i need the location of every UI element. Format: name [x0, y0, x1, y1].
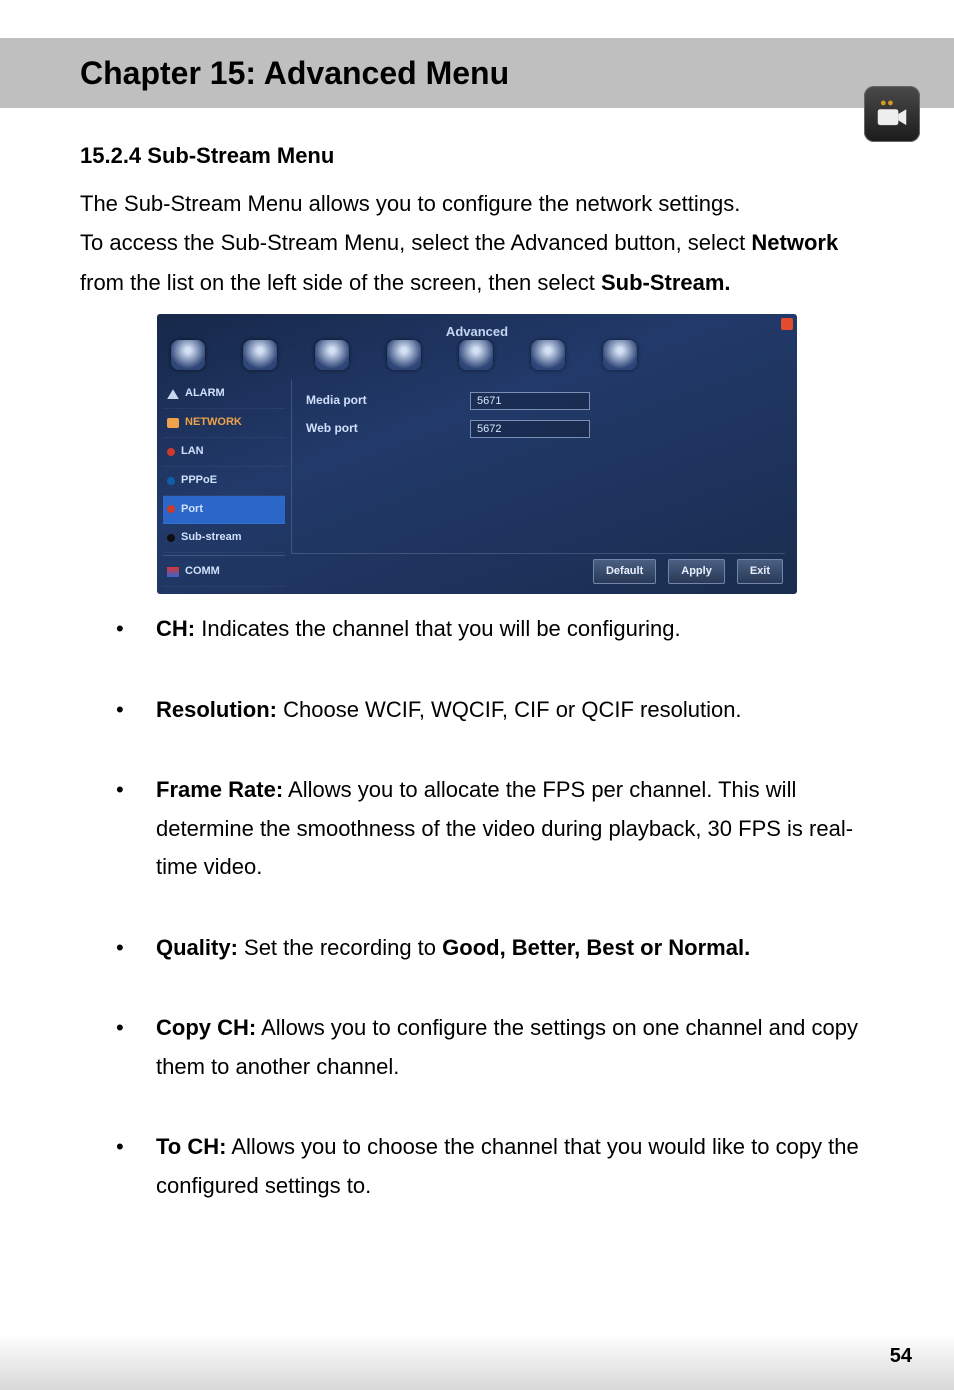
- camera-badge-icon: [864, 86, 920, 142]
- intro-paragraph: The Sub-Stream Menu allows you to config…: [80, 184, 874, 303]
- intro-text-2: from the list on the left side of the sc…: [80, 270, 601, 295]
- bullet-text: Choose WCIF, WQCIF, CIF or QCIF resoluti…: [277, 697, 742, 722]
- sidebar-label: Sub-stream: [181, 528, 242, 548]
- tools-icon[interactable]: [531, 340, 565, 370]
- sidebar-item-ptz[interactable]: P.T.Z: [163, 587, 285, 594]
- sidebar-label: Port: [181, 500, 203, 520]
- exit-button[interactable]: Exit: [737, 559, 783, 585]
- sidebar-label: COMM: [185, 562, 220, 582]
- alarm-icon: [167, 389, 179, 399]
- sidebar-item-pppoe[interactable]: PPPoE: [163, 467, 285, 496]
- sidebar-item-network[interactable]: NETWORK: [163, 409, 285, 438]
- hdd-icon[interactable]: [387, 340, 421, 370]
- toolbar: [171, 336, 783, 374]
- chapter-header: Chapter 15: Advanced Menu: [0, 38, 954, 108]
- record-icon[interactable]: [171, 340, 205, 370]
- intro-bold-network: Network: [751, 230, 838, 255]
- sidebar: ALARM NETWORK LAN PPPoE Port: [163, 380, 285, 594]
- apply-button[interactable]: Apply: [668, 559, 725, 585]
- web-port-field: Web port 5672: [306, 418, 771, 440]
- bullet-icon: [167, 448, 175, 456]
- intro-line-2: To access the Sub-Stream Menu, select th…: [80, 223, 874, 302]
- sidebar-label: P.T.Z: [185, 591, 209, 594]
- bullet-icon: [167, 534, 175, 542]
- list-item: Quality: Set the recording to Good, Bett…: [140, 929, 874, 968]
- list-item: To CH: Allows you to choose the channel …: [140, 1128, 874, 1205]
- sidebar-item-port[interactable]: Port: [163, 496, 285, 525]
- network-icon: [167, 418, 179, 428]
- sidebar-label: NETWORK: [185, 413, 242, 433]
- bullet-text: Allows you to configure the settings on …: [156, 1015, 858, 1079]
- bullet-label: Quality:: [156, 935, 238, 960]
- list-item: Copy CH: Allows you to configure the set…: [140, 1009, 874, 1086]
- search-icon[interactable]: [315, 340, 349, 370]
- default-button[interactable]: Default: [593, 559, 656, 585]
- info-icon[interactable]: [459, 340, 493, 370]
- intro-bold-substream: Sub-Stream.: [601, 270, 731, 295]
- list-item: CH: Indicates the channel that you will …: [140, 610, 874, 649]
- media-port-label: Media port: [306, 390, 446, 412]
- button-row: Default Apply Exit: [593, 559, 783, 585]
- bullet-label: To CH:: [156, 1134, 226, 1159]
- main-panel: Media port 5671 Web port 5672: [291, 380, 785, 554]
- bullet-icon: [167, 505, 175, 513]
- power-icon[interactable]: [603, 340, 637, 370]
- sidebar-label: LAN: [181, 442, 204, 462]
- intro-text: To access the Sub-Stream Menu, select th…: [80, 230, 751, 255]
- dvr-advanced-window: Advanced ALARM NETWORK: [157, 314, 797, 594]
- sidebar-label: ALARM: [185, 384, 225, 404]
- page-number: 54: [890, 1345, 912, 1368]
- web-port-label: Web port: [306, 418, 446, 440]
- bullet-label: Frame Rate:: [156, 777, 283, 802]
- sidebar-item-lan[interactable]: LAN: [163, 438, 285, 467]
- feature-list: CH: Indicates the channel that you will …: [80, 610, 874, 1205]
- sidebar-item-alarm[interactable]: ALARM: [163, 380, 285, 409]
- web-port-input[interactable]: 5672: [470, 420, 590, 438]
- media-port-input[interactable]: 5671: [470, 392, 590, 410]
- media-port-field: Media port 5671: [306, 390, 771, 412]
- footer-gradient: [0, 1334, 954, 1390]
- chapter-title: Chapter 15: Advanced Menu: [80, 55, 509, 92]
- sidebar-item-substream[interactable]: Sub-stream: [163, 524, 285, 553]
- bullet-icon: [167, 477, 175, 485]
- bullet-text: Indicates the channel that you will be c…: [195, 616, 681, 641]
- bullet-text: Set the recording to: [238, 935, 442, 960]
- list-item: Resolution: Choose WCIF, WQCIF, CIF or Q…: [140, 691, 874, 730]
- camera-icon[interactable]: [243, 340, 277, 370]
- intro-line-1: The Sub-Stream Menu allows you to config…: [80, 184, 874, 224]
- bullet-text-bold: Good, Better, Best or Normal.: [442, 935, 750, 960]
- sidebar-item-comm[interactable]: COMM: [163, 558, 285, 587]
- section-heading: 15.2.4 Sub-Stream Menu: [80, 136, 874, 176]
- list-item: Frame Rate: Allows you to allocate the F…: [140, 771, 874, 887]
- bullet-label: CH:: [156, 616, 195, 641]
- sidebar-label: PPPoE: [181, 471, 217, 491]
- bullet-label: Copy CH:: [156, 1015, 256, 1040]
- comm-icon: [167, 567, 179, 577]
- close-icon[interactable]: [781, 318, 793, 330]
- bullet-text: Allows you to choose the channel that yo…: [156, 1134, 859, 1198]
- bullet-label: Resolution:: [156, 697, 277, 722]
